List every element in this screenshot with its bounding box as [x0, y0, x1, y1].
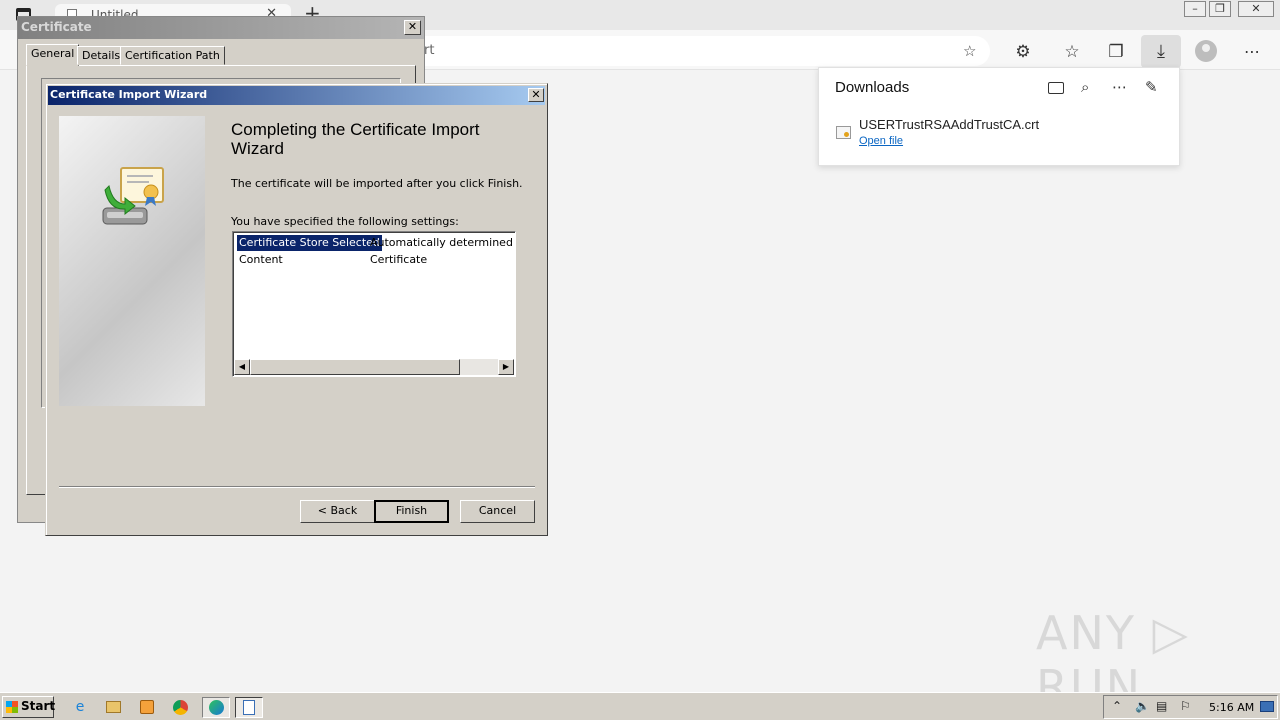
show-desktop-icon[interactable] — [1260, 701, 1274, 712]
downloads-title: Downloads — [835, 79, 910, 96]
setting-key: Certificate Store Selected — [237, 235, 382, 251]
list-item[interactable]: Certificate Store Selected Automatically… — [237, 235, 515, 251]
search-icon[interactable]: ⌕ — [1081, 78, 1089, 96]
start-button[interactable]: Start — [2, 696, 56, 718]
network-icon[interactable]: ▤ — [1156, 699, 1167, 713]
close-window-button[interactable]: ✕ — [1238, 1, 1274, 17]
settings-label: You have specified the following setting… — [231, 215, 459, 228]
wizard-description: The certificate will be imported after y… — [231, 177, 523, 190]
scrollbar-thumb[interactable] — [250, 359, 460, 375]
tray-expand-icon[interactable]: ⌃ — [1112, 699, 1122, 713]
wizard-titlebar[interactable]: Certificate Import Wizard ✕ — [48, 86, 545, 105]
certificate-title: Certificate — [21, 20, 92, 34]
internet-explorer-icon[interactable]: e — [69, 697, 91, 718]
tab-certification-path[interactable]: Certification Path — [120, 46, 225, 65]
media-player-icon[interactable] — [136, 697, 158, 718]
certificate-titlebar[interactable]: Certificate ✕ — [18, 17, 424, 39]
scroll-right-icon[interactable]: ▶ — [498, 359, 514, 375]
horizontal-scrollbar[interactable]: ◀ ▶ — [234, 359, 514, 375]
open-folder-icon[interactable] — [1048, 82, 1064, 94]
finish-button[interactable]: Finish — [374, 500, 449, 523]
favorites-icon[interactable]: ☆ — [1056, 38, 1088, 66]
minimize-button[interactable]: – — [1184, 1, 1206, 17]
certificate-file-icon — [836, 126, 851, 139]
taskbar: Start e ⌃ 🔈 ▤ ⚐ 5:16 AM — [0, 692, 1280, 720]
divider — [59, 486, 535, 488]
certificate-close-button[interactable]: ✕ — [404, 20, 421, 35]
notepad-icon[interactable] — [235, 697, 263, 718]
setting-value: Certificate — [370, 253, 428, 266]
back-button[interactable]: < Back — [300, 500, 375, 523]
downloads-icon[interactable]: ⤓ — [1141, 35, 1181, 68]
extensions-icon[interactable]: ⚙ — [1007, 38, 1039, 66]
clock[interactable]: 5:16 AM — [1209, 701, 1254, 714]
address-text: rt — [424, 43, 435, 58]
collections-icon[interactable]: ❐ — [1100, 38, 1132, 66]
add-favorite-icon[interactable]: ☆ — [963, 42, 976, 60]
scroll-left-icon[interactable]: ◀ — [234, 359, 250, 375]
volume-icon[interactable]: 🔈 — [1135, 699, 1150, 713]
wizard-heading: Completing the Certificate Import Wizard — [231, 120, 480, 158]
windows-explorer-icon[interactable] — [102, 697, 124, 718]
more-options-icon[interactable]: ⋯ — [1112, 78, 1127, 96]
restore-button[interactable]: ❐ — [1209, 1, 1231, 17]
downloads-panel: Downloads ⌕ ⋯ ✎ USERTrustRSAAddTrustCA.c… — [818, 67, 1180, 166]
certificate-import-icon — [102, 167, 164, 225]
settings-list[interactable]: Certificate Store Selected Automatically… — [232, 231, 516, 377]
action-center-flag-icon[interactable]: ⚐ — [1180, 699, 1191, 713]
list-item[interactable]: Content Certificate — [237, 252, 515, 268]
profile-icon[interactable] — [1195, 40, 1217, 62]
address-bar[interactable]: rt ☆ — [330, 36, 990, 66]
edge-icon[interactable] — [202, 697, 230, 718]
wizard-close-button[interactable]: ✕ — [528, 88, 544, 102]
wizard-side-banner — [59, 116, 205, 406]
import-wizard-dialog: Certificate Import Wizard ✕ Completing t… — [45, 83, 548, 536]
setting-key: Content — [239, 253, 283, 266]
cancel-button[interactable]: Cancel — [460, 500, 535, 523]
open-file-link[interactable]: Open file — [859, 135, 903, 147]
system-tray: ⌃ 🔈 ▤ ⚐ 5:16 AM — [1103, 695, 1278, 719]
tab-details[interactable]: Details — [77, 46, 126, 65]
download-filename[interactable]: USERTrustRSAAddTrustCA.crt — [859, 117, 1039, 132]
chrome-icon[interactable] — [169, 697, 191, 718]
wizard-title: Certificate Import Wizard — [50, 88, 208, 101]
pin-icon[interactable]: ✎ — [1145, 78, 1158, 96]
windows-logo-icon — [6, 701, 18, 713]
tab-general[interactable]: General — [26, 44, 80, 66]
setting-value: Automatically determined by t — [370, 236, 515, 249]
start-label: Start — [21, 699, 56, 713]
more-icon[interactable]: ⋯ — [1236, 38, 1268, 66]
